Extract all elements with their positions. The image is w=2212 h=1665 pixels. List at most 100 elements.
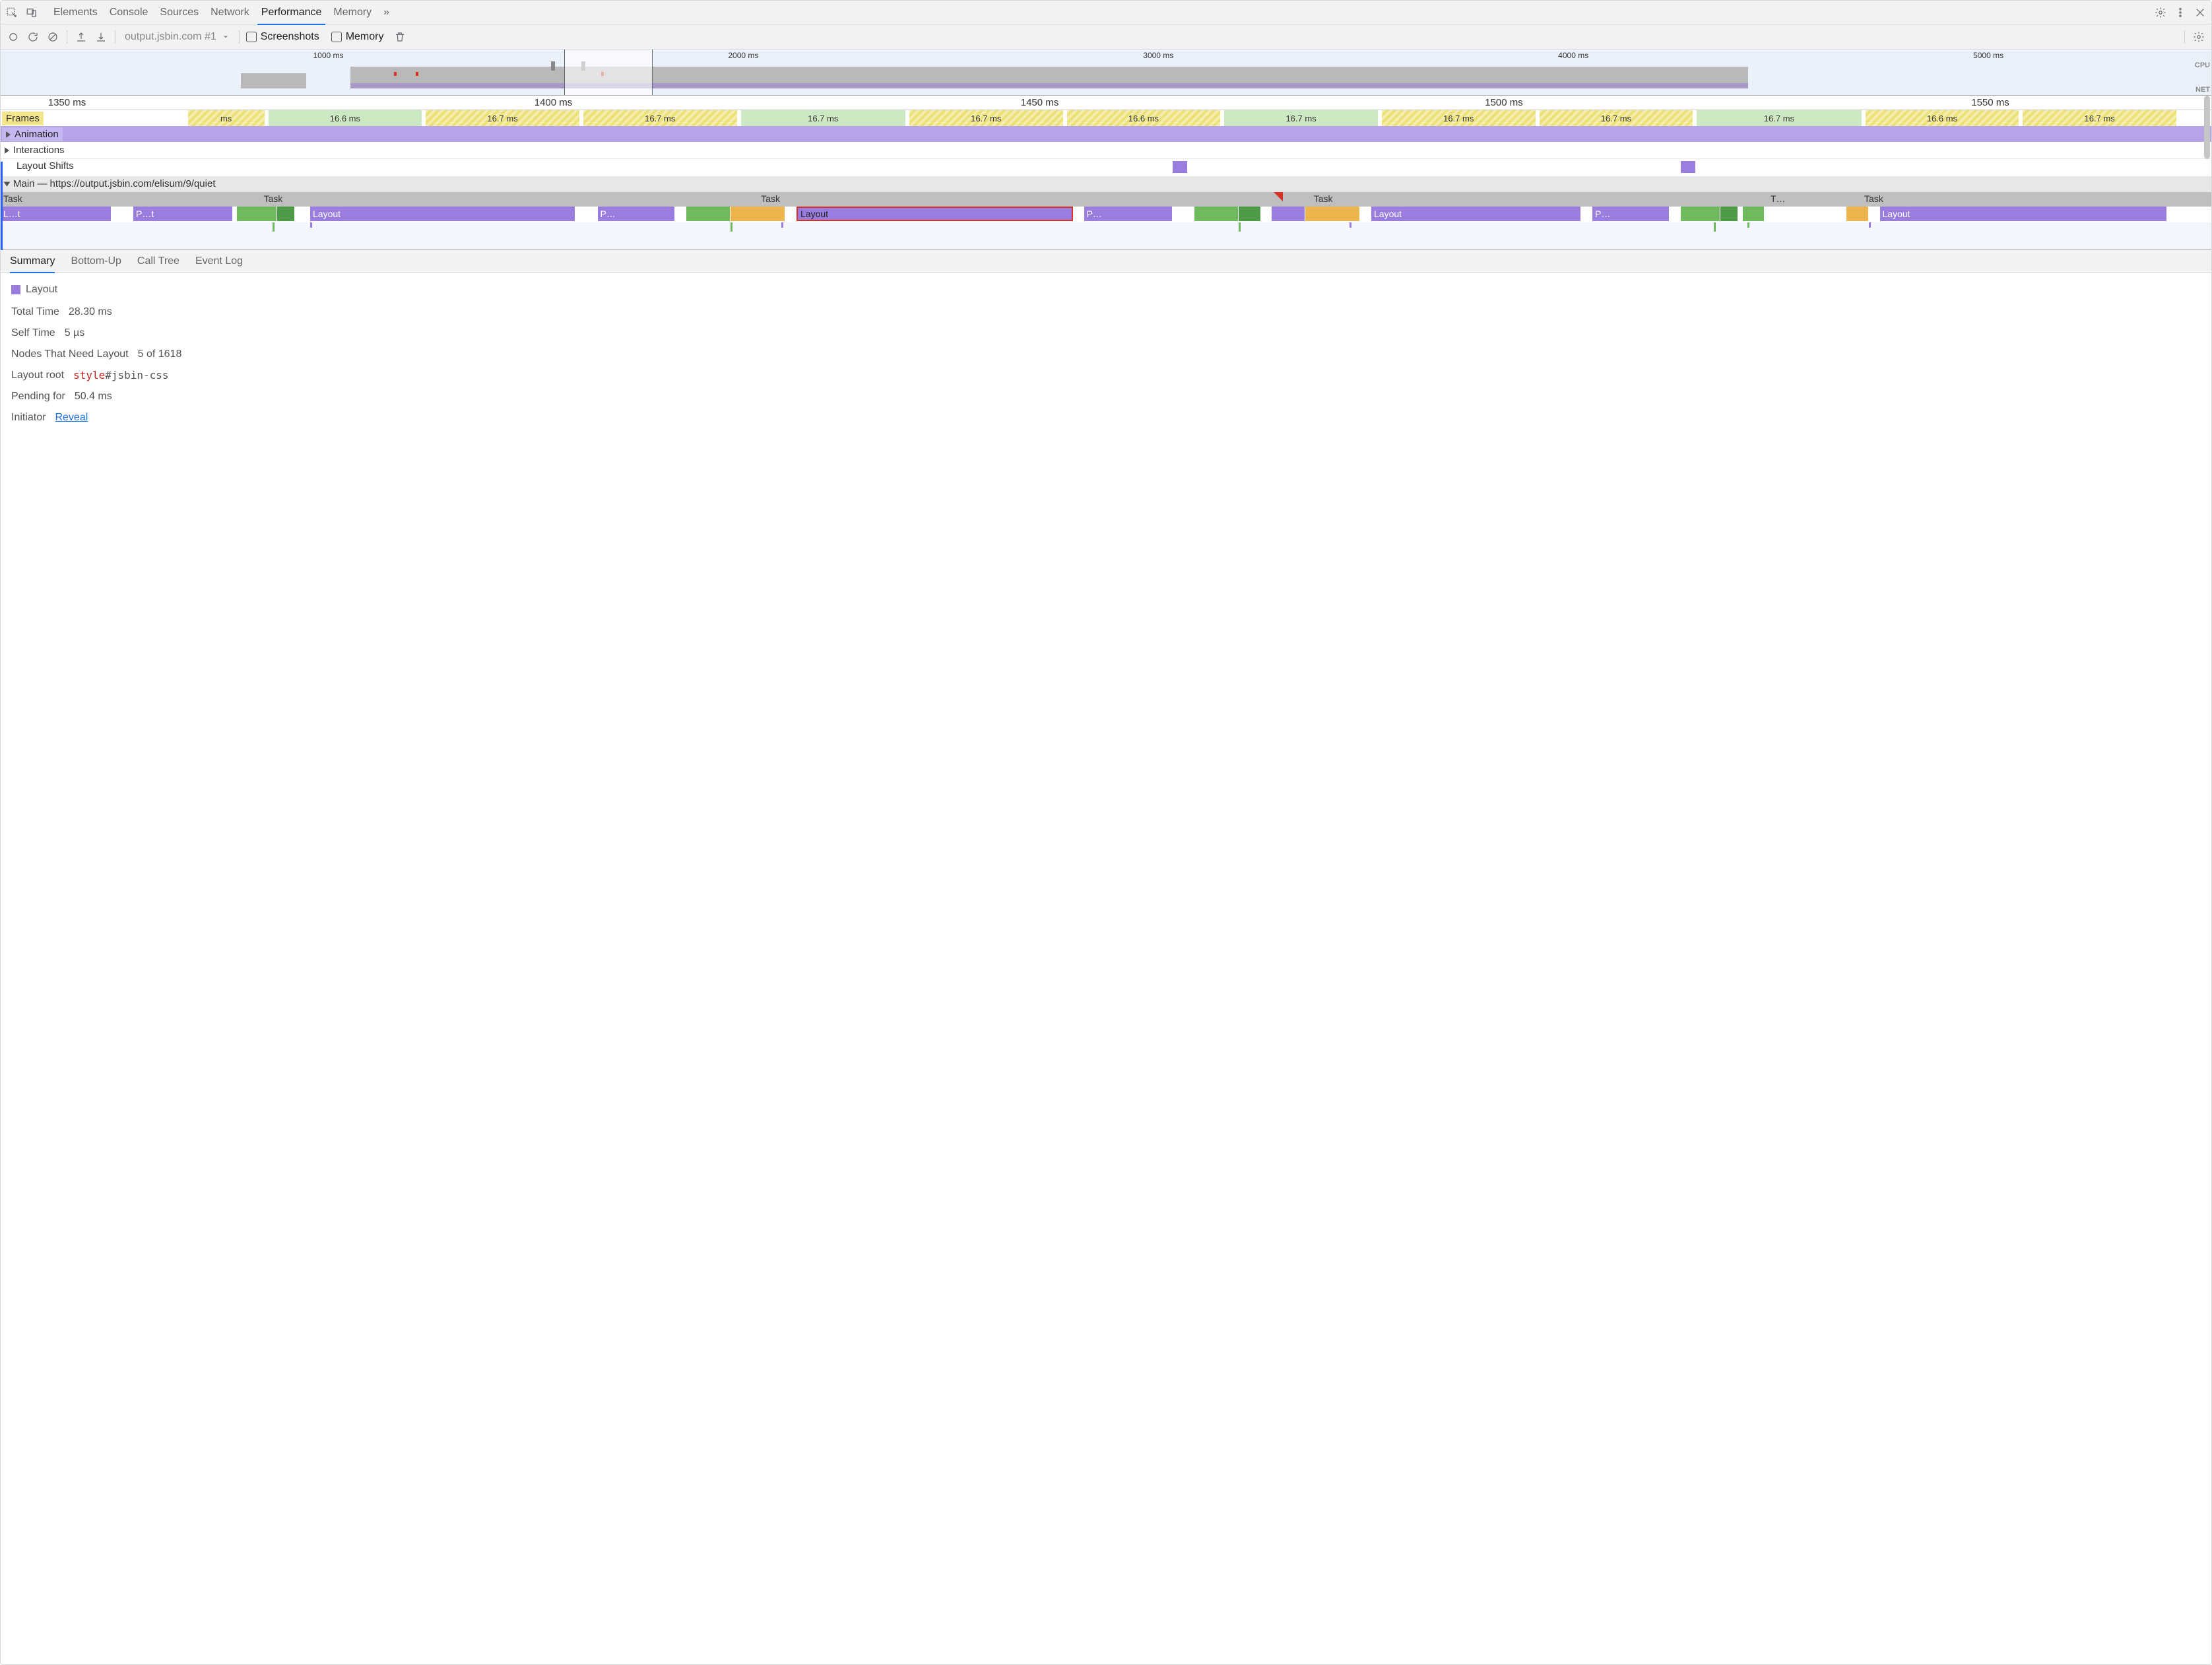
frame-segment[interactable]: 16.7 ms bbox=[1540, 110, 1694, 126]
tabstrip-left-icons bbox=[5, 5, 39, 20]
btab-bottom-up[interactable]: Bottom-Up bbox=[71, 250, 121, 273]
layout-root-tag: style bbox=[73, 369, 105, 381]
frame-segment[interactable]: 16.6 ms bbox=[1866, 110, 2020, 126]
task-label: Task bbox=[264, 193, 283, 204]
frame-segment[interactable]: 16.7 ms bbox=[583, 110, 738, 126]
flame-detail-row bbox=[1, 222, 2211, 250]
tab-sources[interactable]: Sources bbox=[160, 1, 199, 24]
reload-record-icon[interactable] bbox=[26, 30, 40, 44]
frames-track[interactable]: ms16.6 ms16.7 ms16.7 ms16.7 ms16.7 ms16.… bbox=[1, 110, 2211, 126]
flame-event[interactable] bbox=[1743, 207, 1765, 221]
device-toolbar-icon[interactable] bbox=[24, 5, 39, 20]
task-label: Task bbox=[1864, 193, 1883, 204]
interactions-track-header[interactable]: Interactions bbox=[1, 143, 69, 157]
flame-event[interactable] bbox=[1272, 207, 1305, 221]
memory-checkbox[interactable]: Memory bbox=[331, 31, 384, 43]
tabs-overflow[interactable]: » bbox=[383, 1, 389, 24]
recording-selector[interactable]: output.jsbin.com #1 bbox=[122, 31, 232, 43]
animation-track-header[interactable]: Animation bbox=[2, 127, 63, 141]
summary-key: Self Time bbox=[11, 325, 55, 341]
frame-segment[interactable]: 16.7 ms bbox=[1697, 110, 1862, 126]
inspect-element-icon[interactable] bbox=[5, 5, 19, 20]
flame-event[interactable] bbox=[277, 207, 295, 221]
track-resize-handle[interactable] bbox=[1, 162, 3, 250]
capture-settings-icon[interactable] bbox=[2192, 30, 2206, 44]
frames-track-header[interactable]: Frames bbox=[2, 112, 44, 125]
vertical-scrollbar[interactable] bbox=[2204, 96, 2210, 159]
flame-event[interactable]: P… bbox=[1084, 207, 1173, 221]
screenshots-checkbox[interactable]: Screenshots bbox=[246, 31, 319, 43]
frame-segment[interactable]: 16.7 ms bbox=[1224, 110, 1379, 126]
flame-event[interactable] bbox=[686, 207, 731, 221]
frame-segment[interactable]: 16.7 ms bbox=[1382, 110, 1536, 126]
task-label: Task bbox=[3, 193, 22, 204]
flame-event[interactable] bbox=[1194, 207, 1239, 221]
flame-event[interactable]: P…t bbox=[133, 207, 233, 221]
kebab-menu-icon[interactable] bbox=[2173, 5, 2188, 20]
download-icon[interactable] bbox=[94, 30, 108, 44]
frame-segment[interactable]: ms bbox=[188, 110, 265, 126]
animation-track[interactable]: Animation bbox=[1, 126, 2211, 142]
btab-event-log[interactable]: Event Log bbox=[195, 250, 243, 273]
task-label: T… bbox=[1771, 193, 1786, 204]
tab-elements[interactable]: Elements bbox=[53, 1, 98, 24]
main-track-header[interactable]: Main — https://output.jsbin.com/elisum/9… bbox=[1, 176, 2211, 192]
layout-shifts-track[interactable]: Layout Shifts bbox=[1, 159, 2211, 176]
btab-call-tree[interactable]: Call Tree bbox=[137, 250, 179, 273]
frame-segment[interactable]: 16.7 ms bbox=[2023, 110, 2177, 126]
ruler-tick: 4000 ms bbox=[1558, 51, 1588, 60]
garbage-collect-icon[interactable] bbox=[393, 30, 407, 44]
frame-segment[interactable]: 16.7 ms bbox=[741, 110, 906, 126]
upload-icon[interactable] bbox=[74, 30, 88, 44]
layout-shift-event[interactable] bbox=[1681, 161, 1695, 173]
frame-segment[interactable]: 16.7 ms bbox=[909, 110, 1064, 126]
flame-event[interactable] bbox=[1681, 207, 1720, 221]
layout-event-selected[interactable]: Layout bbox=[797, 207, 1073, 221]
tab-network[interactable]: Network bbox=[211, 1, 249, 24]
flame-event[interactable]: P… bbox=[1592, 207, 1670, 221]
disclosure-triangle-icon bbox=[5, 147, 9, 154]
close-icon[interactable] bbox=[2193, 5, 2207, 20]
task-track[interactable]: Task Task Task Task T… Task bbox=[1, 192, 2211, 207]
overview-cpu-chart bbox=[1, 61, 2185, 88]
flamechart-area[interactable]: 1350 ms 1400 ms 1450 ms 1500 ms 1550 ms … bbox=[1, 96, 2211, 250]
animation-label: Animation bbox=[15, 129, 59, 140]
disclosure-triangle-icon bbox=[6, 131, 11, 138]
frame-segment[interactable]: 16.6 ms bbox=[269, 110, 423, 126]
flame-event[interactable] bbox=[1305, 207, 1361, 221]
ruler-tick: 2000 ms bbox=[728, 51, 758, 60]
flame-chart-row[interactable]: L…t P…t Layout P… Layout P… Layout P… Layout bbox=[1, 207, 2211, 222]
flame-event[interactable]: L…t bbox=[1, 207, 112, 221]
flame-event[interactable] bbox=[1239, 207, 1261, 221]
reveal-link[interactable]: Reveal bbox=[55, 410, 88, 426]
ruler-tick: 1450 ms bbox=[1021, 97, 1059, 108]
flame-event[interactable]: Layout bbox=[1880, 207, 2168, 221]
btab-summary[interactable]: Summary bbox=[10, 250, 55, 273]
overview-timeline[interactable]: 1000 ms 2000 ms 3000 ms 4000 ms 5000 ms … bbox=[1, 49, 2211, 96]
interactions-track[interactable]: Interactions bbox=[1, 142, 2211, 159]
frame-segment[interactable]: 16.6 ms bbox=[1067, 110, 1221, 126]
overview-selection[interactable] bbox=[564, 49, 653, 95]
performance-toolbar: output.jsbin.com #1 Screenshots Memory bbox=[1, 24, 2211, 49]
toolbar-separator bbox=[239, 30, 240, 44]
frame-segment[interactable]: 16.7 ms bbox=[426, 110, 580, 126]
tab-performance[interactable]: Performance bbox=[261, 1, 322, 24]
layout-shifts-label: Layout Shifts bbox=[16, 160, 74, 172]
flame-event[interactable] bbox=[1720, 207, 1738, 221]
flame-event[interactable]: P… bbox=[598, 207, 675, 221]
tab-memory[interactable]: Memory bbox=[333, 1, 372, 24]
flame-event[interactable]: Layout bbox=[310, 207, 575, 221]
tab-console[interactable]: Console bbox=[110, 1, 148, 24]
layout-shift-event[interactable] bbox=[1173, 161, 1187, 173]
flame-event[interactable] bbox=[731, 207, 786, 221]
main-label: Main bbox=[13, 178, 35, 189]
record-icon[interactable] bbox=[6, 30, 20, 44]
settings-icon[interactable] bbox=[2153, 5, 2168, 20]
flame-event[interactable] bbox=[1846, 207, 1869, 221]
layout-root-value[interactable]: style#jsbin-css bbox=[73, 368, 169, 383]
flame-event[interactable] bbox=[237, 207, 276, 221]
clear-icon[interactable] bbox=[46, 30, 60, 44]
flame-event[interactable]: Layout bbox=[1371, 207, 1581, 221]
ruler-tick: 1000 ms bbox=[313, 51, 343, 60]
ruler-tick: 1350 ms bbox=[48, 97, 86, 108]
